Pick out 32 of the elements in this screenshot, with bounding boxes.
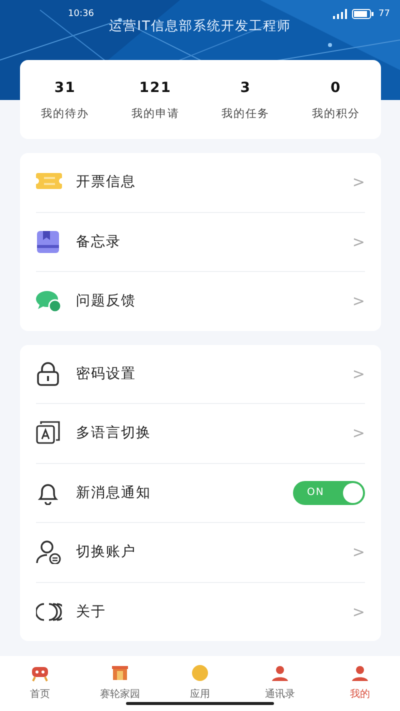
tab[interactable]: 应用 [160, 656, 240, 711]
stat-value: 121 [139, 80, 172, 96]
lock-icon [36, 362, 62, 386]
tab[interactable]: 通讯录 [240, 656, 320, 711]
stat-label[interactable]: 我的任务 [222, 106, 270, 121]
book-icon [36, 230, 62, 254]
tab[interactable]: 首页 [0, 656, 80, 711]
menu-item[interactable]: 多语言切换 [76, 424, 352, 442]
menu-item[interactable]: 问题反馈 [76, 292, 352, 310]
tab[interactable]: 赛轮家园 [80, 656, 160, 711]
stat-value: 0 [330, 80, 342, 96]
signal-icon [332, 9, 347, 19]
stat-label[interactable]: 我的待办 [41, 106, 90, 121]
menu-item[interactable]: 密码设置 [76, 364, 352, 383]
language-icon [36, 421, 62, 446]
stat-value: 31 [54, 80, 76, 96]
user-switch-icon [36, 540, 62, 564]
battery-icon [352, 9, 374, 19]
stat-value: 3 [240, 80, 251, 96]
stat-label[interactable]: 我的申请 [131, 106, 180, 121]
status-time: 10:36 [68, 9, 94, 19]
menu-item[interactable]: 切换账户 [76, 543, 352, 562]
menu-item[interactable]: 备忘录 [76, 232, 352, 251]
tab[interactable]: 我的 [320, 656, 400, 711]
menu-item[interactable]: 新消息通知 [76, 484, 293, 502]
stat-label[interactable]: 我的积分 [312, 106, 360, 121]
apps-icon [189, 662, 211, 682]
chat-bubble-icon [36, 289, 62, 314]
battery-level: 77 [378, 9, 390, 19]
menu-item[interactable]: 关于 [76, 602, 352, 621]
menu-item[interactable]: 开票信息 [76, 173, 352, 192]
job-title: 运营IT信息部系统开发工程师 [108, 18, 292, 35]
